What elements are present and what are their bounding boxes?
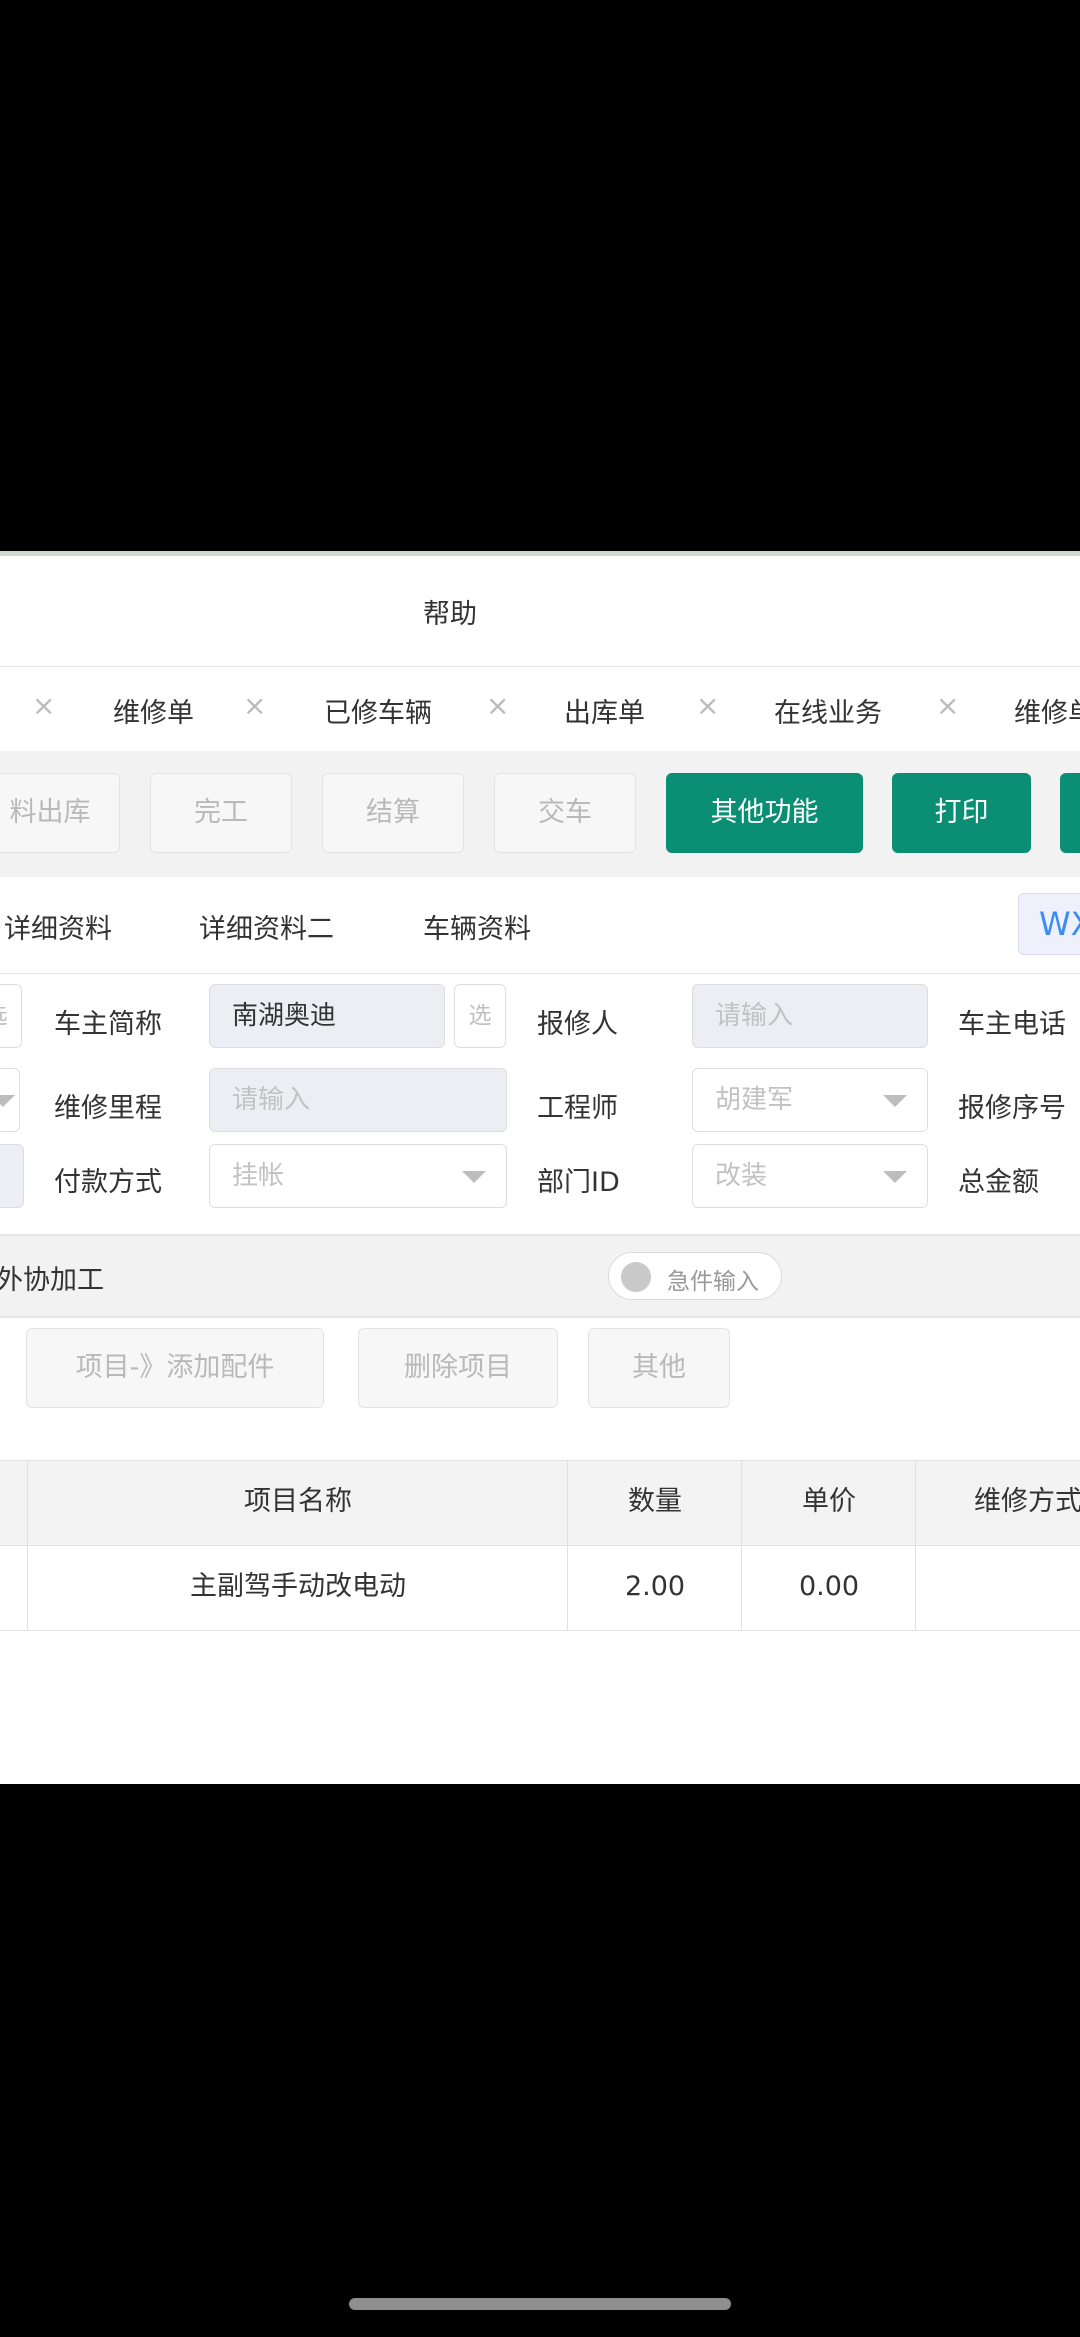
payment-select[interactable]: 挂帐 [209, 1144, 507, 1208]
cell-item-name: 主副驾手动改电动 [27, 1546, 568, 1630]
menu-bar: 帮助 [0, 556, 1080, 666]
toggle-knob [621, 1262, 651, 1292]
repair-form: 选 车主简称 南湖奥迪 选 报修人 请输入 车主电话 维修里程 请输入 工程师 … [0, 974, 1080, 1214]
tab-repair-order[interactable]: 维修单 × [73, 667, 291, 751]
reporter-label: 报修人 [537, 1009, 618, 1040]
mileage-field[interactable]: 请输入 [209, 1068, 507, 1132]
outsourcing-label: 外协加工 [0, 1265, 104, 1296]
left-edge-field[interactable] [0, 1144, 24, 1208]
detail-subtabs: 详细资料 详细资料二 车辆资料 WX [0, 877, 1080, 974]
chevron-down-icon [883, 1095, 907, 1107]
cell-unit-price: 0.00 [741, 1546, 916, 1630]
document-tab-bar: × 维修单 × 已修车辆 × 出库单 × 在线业务 × 维修单 [0, 666, 1080, 752]
tab-label: 在线业务 [774, 698, 882, 729]
header-unit-price[interactable]: 单价 [741, 1461, 916, 1545]
urgent-input-toggle[interactable]: 急件输入 [608, 1252, 782, 1300]
dept-value: 改装 [715, 1161, 768, 1191]
settle-button[interactable]: 结算 [322, 773, 464, 853]
table-row[interactable]: 主副驾手动改电动 2.00 0.00 [0, 1546, 1080, 1631]
total-amount-label: 总金额 [958, 1167, 1039, 1198]
close-icon[interactable]: × [936, 689, 959, 722]
action-toolbar: 料出库 完工 结算 交车 其他功能 打印 [0, 751, 1080, 877]
add-parts-button[interactable]: 项目-》添加配件 [26, 1328, 324, 1408]
dept-select[interactable]: 改装 [692, 1144, 928, 1208]
close-icon[interactable]: × [486, 689, 509, 722]
more-action-button[interactable] [1060, 773, 1080, 853]
cell-quantity: 2.00 [567, 1546, 742, 1630]
delete-item-button[interactable]: 删除项目 [358, 1328, 558, 1408]
mileage-label: 维修里程 [54, 1093, 162, 1124]
owner-short-label: 车主简称 [54, 1009, 162, 1040]
chevron-down-icon [462, 1171, 486, 1183]
engineer-value: 胡建军 [715, 1085, 794, 1115]
engineer-select[interactable]: 胡建军 [692, 1068, 928, 1132]
dept-label: 部门ID [537, 1167, 620, 1198]
owner-short-field[interactable]: 南湖奥迪 [209, 984, 445, 1048]
item-toolbar: 项目-》添加配件 删除项目 其他 [0, 1318, 1080, 1414]
menu-help[interactable]: 帮助 [423, 592, 477, 631]
table-header: 项目名称 数量 单价 维修方式 [0, 1460, 1080, 1546]
deliver-button[interactable]: 交车 [494, 773, 636, 853]
tab-label: 已修车辆 [324, 698, 432, 729]
engineer-label: 工程师 [537, 1093, 618, 1124]
tab-repaired-vehicles[interactable]: 已修车辆 × [290, 667, 531, 751]
header-item-name[interactable]: 项目名称 [27, 1461, 568, 1545]
tab-previous[interactable]: × [0, 667, 74, 751]
tab-label: 出库单 [564, 698, 645, 729]
close-icon[interactable]: × [32, 689, 55, 722]
left-select-button[interactable]: 选 [0, 984, 22, 1048]
other-functions-button[interactable]: 其他功能 [666, 773, 863, 853]
cell-repair-method [915, 1546, 1080, 1630]
owner-phone-label: 车主电话 [958, 1009, 1066, 1040]
tab-repair-order-2[interactable]: 维修单 [982, 667, 1080, 751]
tab-online-business[interactable]: 在线业务 × [740, 667, 983, 751]
app-window: 帮助 × 维修单 × 已修车辆 × 出库单 × 在线业务 × 维修单 料出库 完… [0, 556, 1080, 1784]
finish-button[interactable]: 完工 [150, 773, 292, 853]
wx-button[interactable]: WX [1018, 893, 1080, 955]
reporter-field[interactable]: 请输入 [692, 984, 928, 1048]
subtab-detail-2[interactable]: 详细资料二 [199, 907, 334, 946]
header-quantity[interactable]: 数量 [567, 1461, 742, 1545]
subtab-detail[interactable]: 详细资料 [4, 907, 112, 946]
urgent-input-label: 急件输入 [667, 1269, 759, 1295]
tab-label: 维修单 [1014, 698, 1080, 729]
home-indicator[interactable] [349, 2298, 731, 2310]
owner-select-button[interactable]: 选 [454, 984, 506, 1048]
left-edge-select[interactable] [0, 1068, 20, 1132]
tab-label: 维修单 [113, 698, 194, 729]
other-button[interactable]: 其他 [588, 1328, 730, 1408]
payment-label: 付款方式 [54, 1167, 162, 1198]
print-button[interactable]: 打印 [892, 773, 1031, 853]
close-icon[interactable]: × [696, 689, 719, 722]
close-icon[interactable]: × [243, 689, 266, 722]
subtab-vehicle[interactable]: 车辆资料 [423, 907, 531, 946]
payment-value: 挂帐 [232, 1161, 285, 1191]
material-out-button[interactable]: 料出库 [0, 773, 120, 853]
tab-outbound-order[interactable]: 出库单 × [530, 667, 741, 751]
header-repair-method[interactable]: 维修方式 [915, 1461, 1080, 1545]
report-no-label: 报修序号 [958, 1093, 1066, 1124]
chevron-down-icon [883, 1171, 907, 1183]
outsourcing-bar: 外协加工 急件输入 [0, 1234, 1080, 1318]
